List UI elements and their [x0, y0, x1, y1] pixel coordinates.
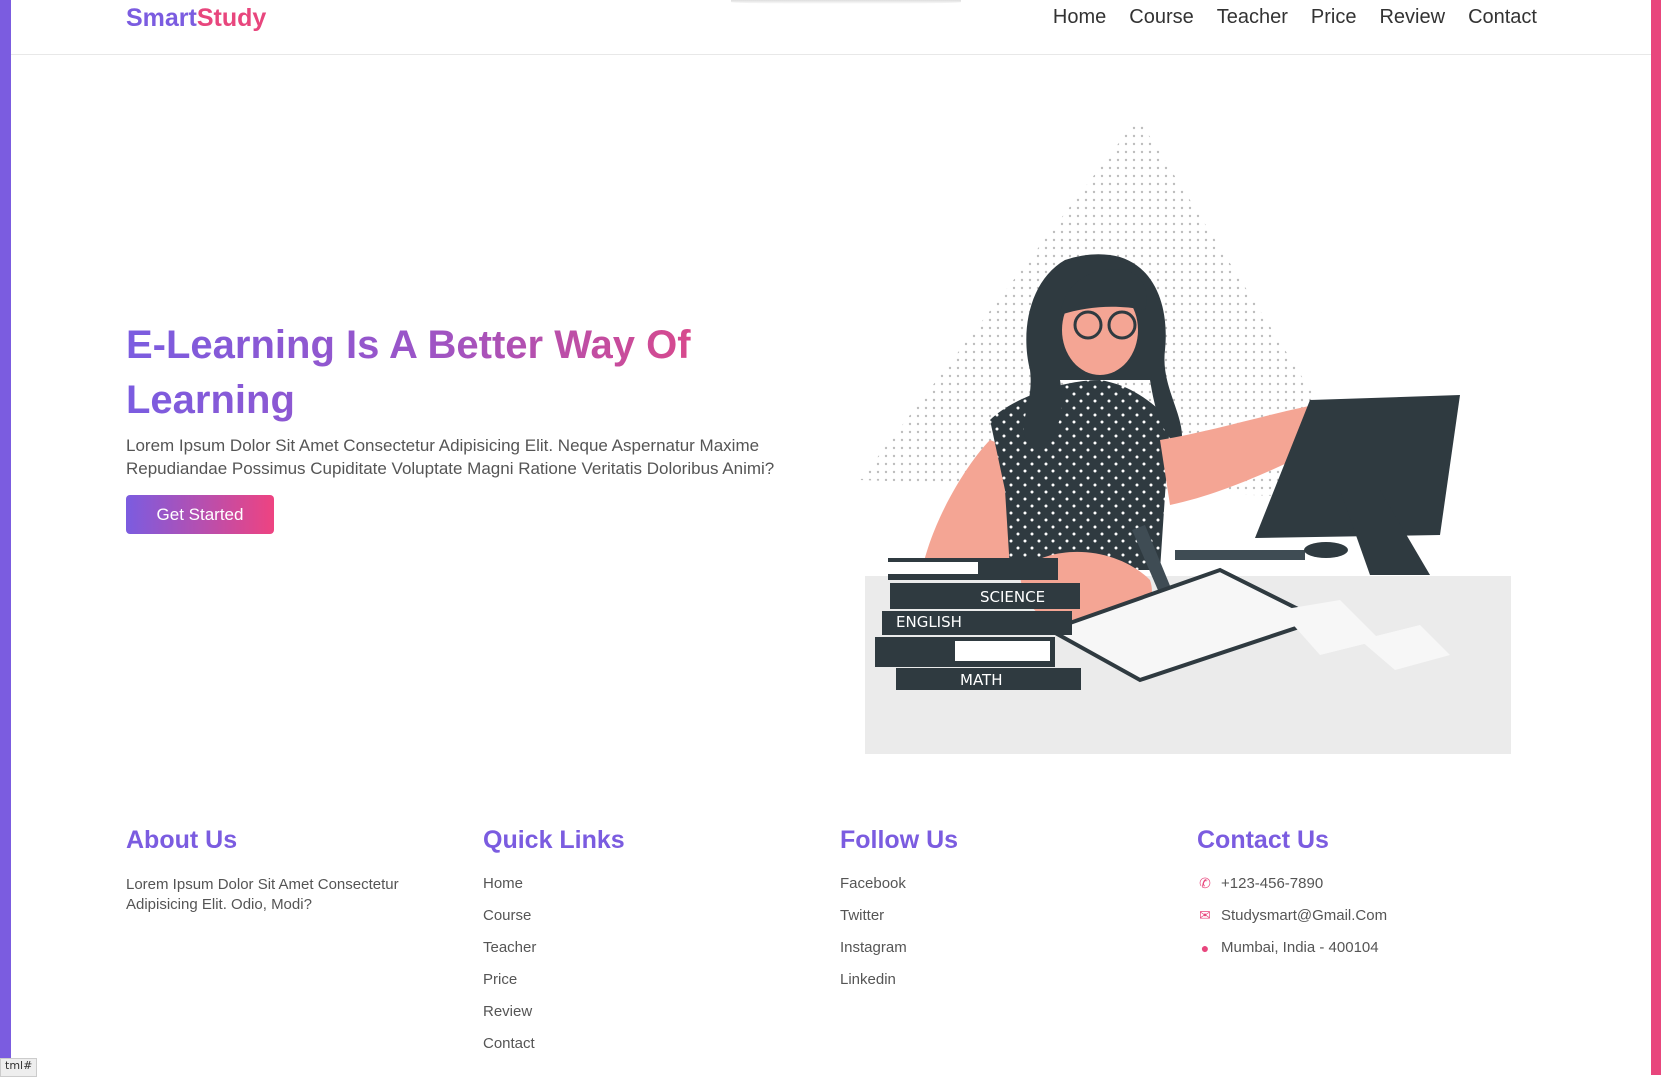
footer-quick-title: Quick Links	[483, 826, 625, 854]
footer-link-review[interactable]: Review	[483, 1003, 803, 1020]
left-edge-bar	[0, 0, 11, 1075]
book-stack: SCIENCE ENGLISH MATH	[875, 558, 1081, 690]
footer-about-title: About Us	[126, 826, 238, 854]
status-bar: tml#	[0, 1058, 38, 1077]
envelope-icon: ✉	[1199, 907, 1211, 923]
footer-link-teacher[interactable]: Teacher	[483, 939, 803, 956]
mouse	[1304, 542, 1348, 558]
contact-address-text: Mumbai, India - 400104	[1221, 939, 1379, 956]
main-nav: Home Course Teacher Price Review Contact	[1053, 6, 1537, 29]
contact-email-text: Studysmart@Gmail.Com	[1221, 907, 1388, 924]
nav-course[interactable]: Course	[1129, 6, 1193, 29]
nav-review[interactable]: Review	[1379, 6, 1445, 29]
get-started-button[interactable]: Get Started	[126, 495, 274, 534]
footer-quick-links: Quick Links Home Course Teacher Price Re…	[483, 826, 803, 1067]
contact-address: ● Mumbai, India - 400104	[1197, 939, 1517, 956]
hero-description: Lorem Ipsum Dolor Sit Amet Consectetur A…	[126, 436, 775, 478]
map-pin-icon: ●	[1200, 939, 1210, 956]
footer-link-instagram[interactable]: Instagram	[840, 939, 1160, 956]
book-label-math: MATH	[960, 671, 1002, 689]
hero-illustration: SCIENCE ENGLISH MATH	[860, 118, 1511, 754]
logo-part-study: Study	[196, 4, 267, 32]
footer-follow-title: Follow Us	[840, 826, 959, 854]
nav-contact[interactable]: Contact	[1468, 6, 1537, 29]
footer-about-text: Lorem Ipsum Dolor Sit Amet Consectetur A…	[126, 876, 399, 913]
footer-link-home[interactable]: Home	[483, 875, 803, 892]
header-shadow	[731, 0, 961, 4]
footer-follow: Follow Us Facebook Twitter Instagram Lin…	[840, 826, 1160, 1003]
nav-teacher[interactable]: Teacher	[1217, 6, 1288, 29]
book-label-science: SCIENCE	[980, 588, 1045, 606]
site-header: SmartStudy Home Course Teacher Price Rev…	[11, 0, 1651, 55]
hero-title: E-Learning Is A Better Way Of Learning	[126, 318, 766, 428]
footer-link-twitter[interactable]: Twitter	[840, 907, 1160, 924]
contact-phone: ✆ +123-456-7890	[1197, 875, 1517, 892]
footer-contact-title: Contact Us	[1197, 826, 1329, 854]
footer-link-course[interactable]: Course	[483, 907, 803, 924]
contact-phone-text: +123-456-7890	[1221, 875, 1324, 892]
nav-home[interactable]: Home	[1053, 6, 1106, 29]
phone-icon: ✆	[1199, 875, 1211, 891]
logo-part-smart: Smart	[126, 4, 197, 32]
footer-contact: Contact Us ✆ +123-456-7890 ✉ Studysmart@…	[1197, 826, 1517, 971]
nav-price[interactable]: Price	[1311, 6, 1357, 29]
contact-email: ✉ Studysmart@Gmail.Com	[1197, 907, 1517, 924]
footer-link-facebook[interactable]: Facebook	[840, 875, 1160, 892]
book-label-english: ENGLISH	[896, 613, 962, 631]
right-edge-bar	[1651, 0, 1661, 1075]
footer-link-contact[interactable]: Contact	[483, 1035, 803, 1052]
footer-link-linkedin[interactable]: Linkedin	[840, 971, 1160, 988]
footer-about: About Us Lorem Ipsum Dolor Sit Amet Cons…	[126, 826, 446, 915]
keyboard	[1175, 550, 1305, 560]
logo[interactable]: SmartStudy	[126, 4, 266, 33]
footer-link-price[interactable]: Price	[483, 971, 803, 988]
